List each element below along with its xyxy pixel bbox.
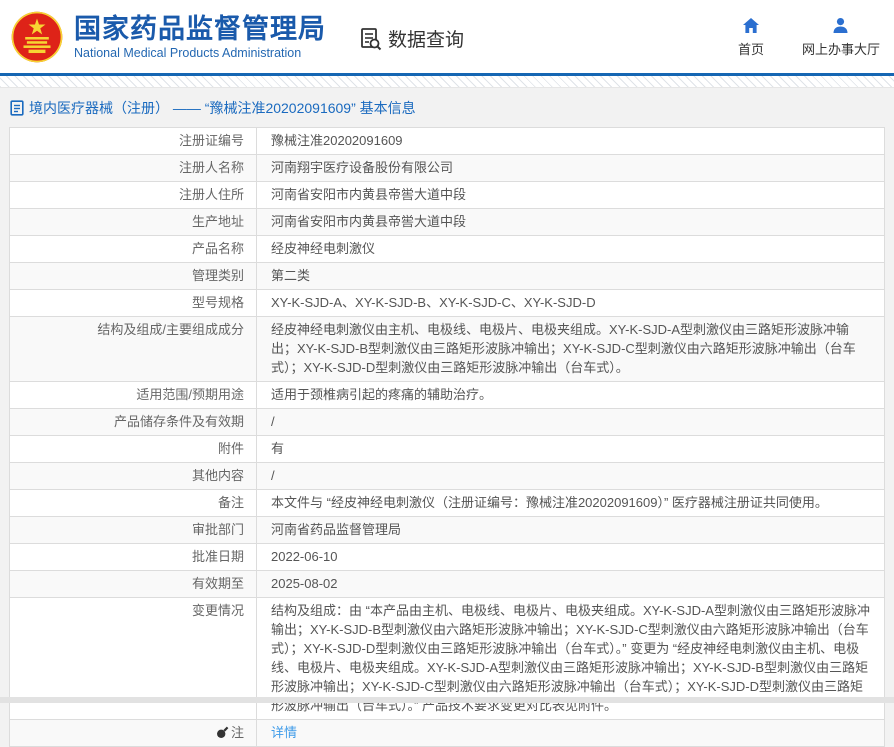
row-value: 2025-08-02 <box>257 571 884 597</box>
agency-brand[interactable]: 国家药品监督管理局 National Medical Products Admi… <box>10 10 326 64</box>
row-value: 河南省安阳市内黄县帝喾大道中段 <box>257 182 884 208</box>
row-value: 河南翔宇医疗设备股份有限公司 <box>257 155 884 181</box>
note-icon <box>216 726 229 739</box>
nav-item-service-hall[interactable]: 网上办事大厅 <box>802 16 880 58</box>
row-label: 批准日期 <box>10 544 257 570</box>
home-icon <box>742 16 760 34</box>
table-row: 备注本文件与 “经皮神经电刺激仪（注册证编号：豫械注准20202091609）”… <box>10 490 884 517</box>
header-nav: 首页 网上办事大厅 <box>738 16 880 58</box>
row-value: 适用于颈椎病引起的疼痛的辅助治疗。 <box>257 382 884 408</box>
data-query-entry[interactable]: 数据查询 <box>358 25 464 52</box>
table-row: 注册人住所河南省安阳市内黄县帝喾大道中段 <box>10 182 884 209</box>
row-label: 其他内容 <box>10 463 257 489</box>
row-value: / <box>257 409 884 435</box>
row-label: 有效期至 <box>10 571 257 597</box>
table-row: 附件有 <box>10 436 884 463</box>
row-label: 注册人名称 <box>10 155 257 181</box>
row-value: 有 <box>257 436 884 462</box>
table-row: 有效期至2025-08-02 <box>10 571 884 598</box>
row-value: 2022-06-10 <box>257 544 884 570</box>
section-title: 数据查询 <box>388 25 464 52</box>
row-label: 产品储存条件及有效期 <box>10 409 257 435</box>
row-label: 管理类别 <box>10 263 257 289</box>
row-value: 本文件与 “经皮神经电刺激仪（注册证编号：豫械注准20202091609）” 医… <box>257 490 884 516</box>
row-label: 注册人住所 <box>10 182 257 208</box>
hatch-divider <box>0 76 894 88</box>
row-label: 附件 <box>10 436 257 462</box>
table-row: 批准日期2022-06-10 <box>10 544 884 571</box>
nav-label-home: 首页 <box>738 39 764 58</box>
table-row: 审批部门河南省药品监督管理局 <box>10 517 884 544</box>
table-row: 管理类别第二类 <box>10 263 884 290</box>
row-label: 注 <box>10 720 257 746</box>
user-icon <box>832 16 849 34</box>
breadcrumb: 境内医疗器械（注册） —— “豫械注准20202091609” 基本信息 <box>0 88 894 127</box>
table-row: 注册证编号豫械注准20202091609 <box>10 128 884 155</box>
agency-name-en: National Medical Products Administration <box>74 46 326 60</box>
row-value: 河南省安阳市内黄县帝喾大道中段 <box>257 209 884 235</box>
table-row: 产品名称经皮神经电刺激仪 <box>10 236 884 263</box>
row-value: 豫械注准20202091609 <box>257 128 884 154</box>
page-icon <box>10 100 24 116</box>
row-value: 河南省药品监督管理局 <box>257 517 884 543</box>
breadcrumb-text: 境内医疗器械（注册） —— “豫械注准20202091609” 基本信息 <box>29 98 416 118</box>
nav-item-home[interactable]: 首页 <box>738 16 764 58</box>
table-row: 注册人名称河南翔宇医疗设备股份有限公司 <box>10 155 884 182</box>
registration-info-table: 注册证编号豫械注准20202091609注册人名称河南翔宇医疗设备股份有限公司注… <box>9 127 885 747</box>
detail-link[interactable]: 详情 <box>271 725 297 740</box>
row-value: XY-K-SJD-A、XY-K-SJD-B、XY-K-SJD-C、XY-K-SJ… <box>257 290 884 316</box>
row-label: 产品名称 <box>10 236 257 262</box>
table-row: 生产地址河南省安阳市内黄县帝喾大道中段 <box>10 209 884 236</box>
row-value: 经皮神经电刺激仪由主机、电极线、电极片、电极夹组成。XY-K-SJD-A型刺激仪… <box>257 317 884 381</box>
national-emblem-logo <box>10 10 64 64</box>
document-search-icon <box>358 26 384 52</box>
table-row: 产品储存条件及有效期/ <box>10 409 884 436</box>
row-label: 结构及组成/主要组成成分 <box>10 317 257 381</box>
row-label: 备注 <box>10 490 257 516</box>
row-label: 适用范围/预期用途 <box>10 382 257 408</box>
table-row: 注详情 <box>10 720 884 746</box>
table-row: 其他内容/ <box>10 463 884 490</box>
row-value: 经皮神经电刺激仪 <box>257 236 884 262</box>
row-label: 型号规格 <box>10 290 257 316</box>
row-value: 详情 <box>257 720 884 746</box>
row-label: 生产地址 <box>10 209 257 235</box>
site-header: 国家药品监督管理局 National Medical Products Admi… <box>0 0 894 73</box>
row-value: / <box>257 463 884 489</box>
row-label: 审批部门 <box>10 517 257 543</box>
table-row: 结构及组成/主要组成成分经皮神经电刺激仪由主机、电极线、电极片、电极夹组成。XY… <box>10 317 884 382</box>
nav-label-service-hall: 网上办事大厅 <box>802 39 880 58</box>
footer-strip <box>0 697 894 703</box>
row-label: 注册证编号 <box>10 128 257 154</box>
row-value: 第二类 <box>257 263 884 289</box>
table-row: 适用范围/预期用途适用于颈椎病引起的疼痛的辅助治疗。 <box>10 382 884 409</box>
table-row: 型号规格XY-K-SJD-A、XY-K-SJD-B、XY-K-SJD-C、XY-… <box>10 290 884 317</box>
agency-name-cn: 国家药品监督管理局 <box>74 14 326 44</box>
